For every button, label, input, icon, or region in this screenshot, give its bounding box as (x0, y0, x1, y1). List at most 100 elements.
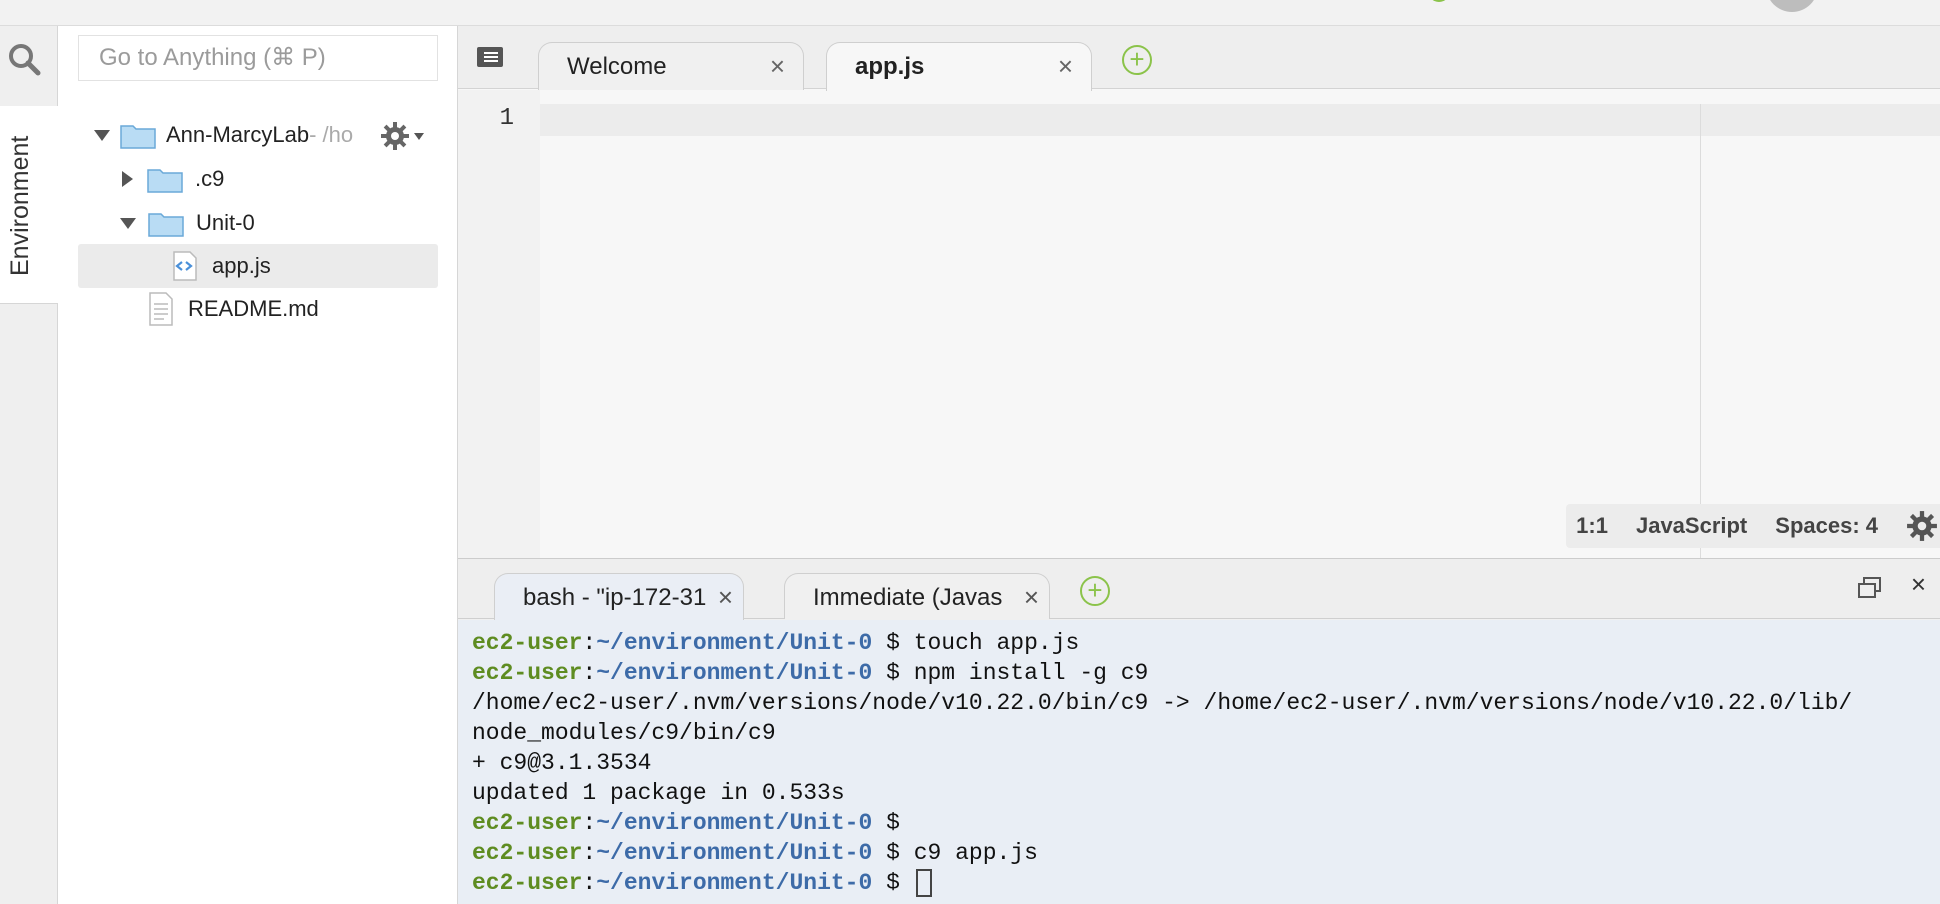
terminal-line: ec2-user:~/environment/Unit-0 $ npm inst… (472, 658, 1940, 688)
language-mode[interactable]: JavaScript (1636, 513, 1747, 539)
tab-welcome[interactable]: Welcome × (538, 42, 804, 90)
top-toolbar (0, 0, 1940, 26)
terminal-line: updated 1 package in 0.533s (472, 778, 1940, 808)
close-icon[interactable]: × (1023, 582, 1039, 613)
tab-label: Welcome (567, 53, 667, 80)
chevron-down-icon[interactable] (94, 129, 110, 141)
tab-bash[interactable]: bash - "ip-172-31 × (494, 573, 744, 620)
environment-tab[interactable]: Environment (0, 106, 58, 304)
prompt-separator: : (582, 870, 597, 896)
terminal-cursor (915, 868, 932, 897)
prompt-path: ~/environment/Unit-0 (596, 810, 873, 836)
indent-setting[interactable]: Spaces: 4 (1775, 513, 1878, 539)
bottom-panel: bash - "ip-172-31 × Immediate (Javas × +… (458, 558, 1940, 904)
terminal-command (900, 870, 914, 896)
prompt-user: ec2-user (472, 840, 583, 866)
restore-panel-icon[interactable] (1858, 577, 1882, 599)
close-panel-icon[interactable]: × (1911, 569, 1926, 600)
terminal-command: touch app.js (899, 630, 1080, 656)
terminal-output-text: node_modules/c9/bin/c9 (472, 720, 776, 746)
tree-root-name: Ann-MarcyLab (166, 122, 310, 147)
close-icon[interactable]: × (717, 582, 733, 613)
prompt-path: ~/environment/Unit-0 (596, 630, 873, 656)
tree-root-row[interactable]: Ann-MarcyLab - /ho (94, 114, 353, 156)
tab-list-icon[interactable] (476, 46, 506, 70)
tree-item-label: app.js (212, 253, 271, 278)
prompt-user: ec2-user (472, 660, 583, 686)
line-number-gutter: 1 (458, 90, 540, 558)
gear-icon (381, 122, 409, 150)
terminal-line: ec2-user:~/environment/Unit-0 $ touch ap… (472, 628, 1940, 658)
editor-tab-bar: Welcome × app.js × + (458, 26, 1940, 91)
terminal-line: node_modules/c9/bin/c9 (472, 718, 1940, 748)
prompt-path: ~/environment/Unit-0 (596, 870, 873, 896)
terminal-line: ec2-user:~/environment/Unit-0 $ (472, 868, 1940, 898)
print-margin (1700, 104, 1701, 558)
terminal-tab-bar: bash - "ip-172-31 × Immediate (Javas × +… (458, 559, 1940, 620)
cursor-position[interactable]: 1:1 (1576, 513, 1608, 539)
terminal-output-text: /home/ec2-user/.nvm/versions/node/v10.22… (472, 690, 1853, 716)
terminal-output[interactable]: ec2-user:~/environment/Unit-0 $ touch ap… (458, 620, 1940, 904)
status-indicator-icon (1428, 0, 1450, 2)
terminal-line: /home/ec2-user/.nvm/versions/node/v10.22… (472, 688, 1940, 718)
tab-label: bash - "ip-172-31 (523, 584, 707, 611)
chevron-down-icon[interactable] (120, 217, 136, 229)
prompt-separator: : (582, 810, 597, 836)
folder-icon (148, 210, 184, 237)
tab-app-js[interactable]: app.js × (826, 42, 1092, 91)
terminal-line: ec2-user:~/environment/Unit-0 $ c9 app.j… (472, 838, 1940, 868)
editor-status-bar: 1:1 JavaScript Spaces: 4 (1566, 504, 1940, 548)
terminal-command: c9 app.js (899, 840, 1038, 866)
environment-tab-label: Environment (6, 135, 34, 276)
tree-item-readme[interactable]: README.md (146, 288, 319, 330)
add-tab-icon[interactable]: + (1122, 45, 1152, 75)
tree-root-path: - /ho (309, 122, 354, 147)
prompt-path: ~/environment/Unit-0 (596, 840, 873, 866)
terminal-line: + c9@3.1.3534 (472, 748, 1940, 778)
terminal-output-text: updated 1 package in 0.533s (472, 780, 845, 806)
tab-immediate[interactable]: Immediate (Javas × (784, 573, 1050, 619)
search-icon[interactable] (6, 41, 42, 77)
javascript-file-icon (170, 251, 200, 281)
folder-icon (147, 166, 183, 193)
line-number: 1 (499, 105, 514, 132)
close-icon[interactable]: × (1058, 51, 1073, 82)
tree-item-label: README.md (188, 296, 319, 321)
goto-anything-input[interactable] (78, 35, 438, 81)
close-icon[interactable]: × (770, 51, 785, 82)
terminal-line: ec2-user:~/environment/Unit-0 $ (472, 808, 1940, 838)
prompt-separator: : (582, 840, 597, 866)
gear-icon[interactable] (1906, 510, 1938, 542)
file-tree-panel: Ann-MarcyLab - /ho .c9 (58, 26, 458, 904)
prompt-user: ec2-user (472, 810, 583, 836)
add-terminal-icon[interactable]: + (1080, 576, 1110, 606)
prompt-separator: : (582, 660, 597, 686)
folder-icon (120, 122, 156, 149)
left-rail: Environment (0, 26, 58, 904)
prompt-symbol: $ (872, 660, 900, 686)
prompt-user: ec2-user (472, 870, 583, 896)
tree-item-app-js[interactable]: app.js (78, 244, 438, 288)
prompt-symbol: $ (872, 810, 900, 836)
active-line-highlight (458, 104, 1940, 136)
prompt-path: ~/environment/Unit-0 (596, 660, 873, 686)
prompt-symbol: $ (872, 630, 900, 656)
text-file-icon (146, 292, 176, 326)
tree-item-label: Unit-0 (196, 210, 255, 235)
chevron-right-icon[interactable] (122, 171, 133, 187)
ide-window: Environment Ann-MarcyLab - /ho (0, 0, 1940, 904)
prompt-separator: : (582, 630, 597, 656)
chevron-down-icon (414, 132, 424, 140)
tree-settings-button[interactable] (380, 118, 430, 154)
prompt-symbol: $ (872, 870, 900, 896)
terminal-command: npm install -g c9 (899, 660, 1149, 686)
editor-pane: Welcome × app.js × + 1 1:1 JavaScript Sp… (458, 26, 1940, 558)
tree-item-label: .c9 (195, 166, 225, 191)
terminal-output-text: + c9@3.1.3534 (472, 750, 652, 776)
avatar[interactable] (1766, 0, 1818, 12)
prompt-symbol: $ (872, 840, 900, 866)
prompt-user: ec2-user (472, 630, 583, 656)
tab-label: Immediate (Javas (813, 584, 1003, 611)
tree-item-c9[interactable]: .c9 (122, 158, 224, 200)
tree-item-unit-0[interactable]: Unit-0 (120, 202, 255, 244)
